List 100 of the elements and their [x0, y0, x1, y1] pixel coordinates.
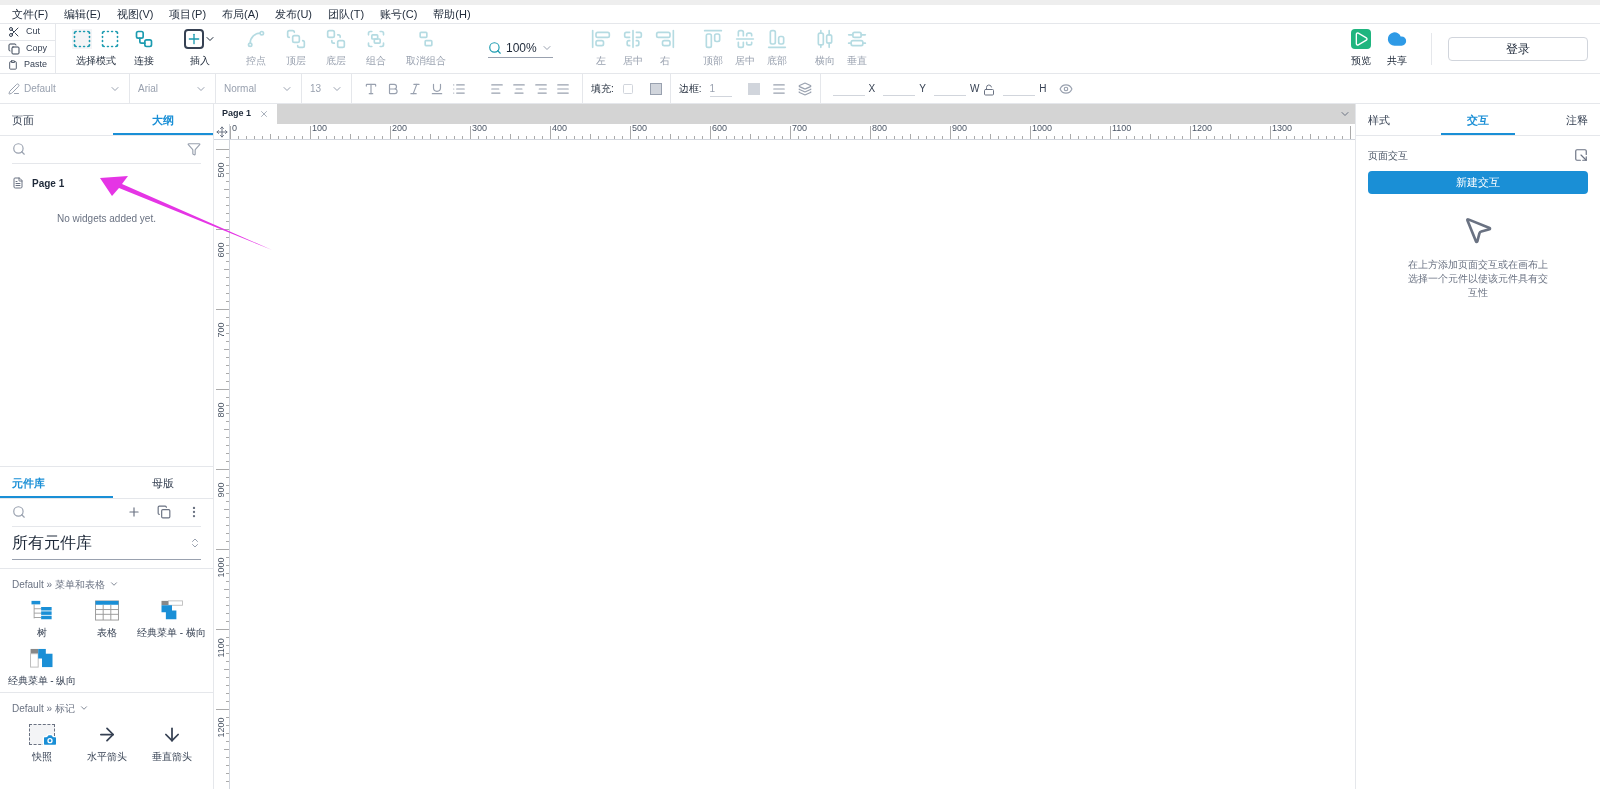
- clipboard-button[interactable]: Cut: [0, 24, 55, 41]
- search-icon[interactable]: [12, 142, 26, 156]
- italic-icon[interactable]: [408, 81, 422, 96]
- selection-icon: [100, 29, 120, 49]
- widget-label[interactable]: 树: [37, 624, 47, 640]
- caret-icon[interactable]: [108, 579, 119, 589]
- ruler-label: 1000: [1032, 124, 1053, 133]
- menu-item[interactable]: 帮助(H): [433, 5, 471, 23]
- align-text-left-icon[interactable]: [490, 81, 504, 96]
- eye-icon[interactable]: [1058, 81, 1073, 96]
- menu-item[interactable]: 账号(C): [380, 5, 418, 23]
- section-title[interactable]: Default » 标记: [12, 700, 75, 716]
- search-icon: [488, 41, 502, 55]
- table-widget-icon: [94, 599, 120, 621]
- underline-icon[interactable]: [430, 81, 444, 96]
- shadow-swatch[interactable]: [649, 82, 662, 95]
- outline-item[interactable]: Page 1: [32, 175, 65, 191]
- align-middle-icon: [734, 29, 755, 49]
- align-bottom-icon: [766, 29, 787, 49]
- empty-message: No widgets added yet.: [56, 211, 157, 226]
- menu-item[interactable]: 项目(P): [169, 5, 207, 23]
- search-icon[interactable]: [12, 505, 26, 519]
- widget-label[interactable]: 表格: [97, 624, 117, 640]
- clipboard-button[interactable]: Copy: [0, 40, 55, 58]
- widget-label[interactable]: 水平箭头: [87, 748, 127, 764]
- ruler-label: 700: [792, 124, 808, 133]
- login-button[interactable]: 登录: [1448, 36, 1588, 61]
- panel-tab[interactable]: 注释: [1514, 104, 1600, 135]
- filter-icon[interactable]: [187, 142, 201, 156]
- panel-tab[interactable]: 大纲: [112, 104, 213, 135]
- toolbar-button[interactable]: 共享: [1379, 29, 1415, 68]
- bring-front-icon: [286, 29, 306, 49]
- up-down-icon: [189, 536, 201, 549]
- ruler-label: 400: [552, 124, 568, 133]
- plus-icon[interactable]: [127, 505, 141, 519]
- plus-icon: [184, 29, 204, 49]
- ruler-label: 1000: [216, 555, 226, 578]
- widget-label[interactable]: 快照: [32, 748, 52, 764]
- toolbar-button[interactable]: 插入: [164, 24, 236, 73]
- panel-tab[interactable]: 元件库: [0, 467, 113, 498]
- coordinate-label: H: [1039, 82, 1047, 96]
- ruler-label: 1200: [1192, 124, 1213, 133]
- clipboard-button[interactable]: Paste: [0, 57, 55, 73]
- list-icon[interactable]: [452, 81, 466, 96]
- crosshair-icon[interactable]: [215, 125, 228, 138]
- panel-tab[interactable]: 交互: [1441, 104, 1515, 135]
- panel-tab[interactable]: 样式: [1356, 104, 1442, 135]
- align-left-icon: [590, 29, 611, 49]
- toolbar-button[interactable]: 预览: [1343, 29, 1379, 68]
- vertical-menu-widget-icon: [29, 647, 55, 669]
- ruler-label: 500: [632, 124, 648, 133]
- line-style-icon[interactable]: [771, 81, 786, 96]
- align-center-icon: [622, 29, 643, 49]
- menu-item[interactable]: 布局(A): [222, 5, 259, 23]
- stack-icon[interactable]: [157, 505, 171, 519]
- widget-label[interactable]: 垂直箭头: [151, 748, 192, 764]
- ruler-label: 900: [952, 124, 968, 133]
- ruler-label: 1100: [1112, 124, 1132, 133]
- ruler-label: 100: [312, 124, 328, 133]
- clipboard-icon: [8, 59, 18, 72]
- toolbar-button[interactable]: 连接: [124, 24, 164, 73]
- menu-item[interactable]: 视图(V): [116, 5, 154, 23]
- snapshot-widget-icon: [29, 723, 55, 745]
- library-select[interactable]: 所有元件库: [12, 530, 201, 560]
- align-top-icon: [702, 29, 723, 49]
- widget-label[interactable]: 经典菜单 - 横向: [137, 624, 206, 640]
- hint-text: 在上方添加页面交互或在画布上选择一个元件以使该元件具有交互性: [1408, 257, 1548, 300]
- new-interaction-button[interactable]: 新建交互: [1368, 170, 1588, 194]
- page-tab[interactable]: Page 1: [214, 104, 278, 124]
- border-color-swatch[interactable]: [747, 82, 760, 95]
- handle-icon: [246, 29, 266, 49]
- fill-color-swatch[interactable]: [621, 82, 634, 95]
- coordinate-label: Y: [919, 82, 926, 96]
- align-text-center-icon[interactable]: [512, 81, 526, 96]
- panel-tab[interactable]: 母版: [112, 467, 213, 498]
- ruler-label: 1300: [1272, 124, 1293, 133]
- menu-item[interactable]: 文件(F): [12, 5, 49, 23]
- panel-tab[interactable]: 页面: [0, 104, 113, 135]
- zoom-dropdown[interactable]: 100%: [488, 39, 553, 58]
- section-title[interactable]: Default » 菜单和表格: [12, 576, 105, 592]
- menu-item[interactable]: 编辑(E): [64, 5, 101, 23]
- section-title: 页面交互: [1368, 148, 1408, 163]
- send-back-icon: [326, 29, 346, 49]
- ruler-label: 0: [232, 124, 237, 133]
- expand-icon[interactable]: [1574, 148, 1588, 162]
- menu-item[interactable]: 发布(U): [274, 5, 312, 23]
- align-right-icon: [654, 29, 675, 49]
- ruler-label: 300: [472, 124, 488, 133]
- widget-label[interactable]: 经典菜单 - 纵向: [7, 672, 77, 688]
- lock-icon[interactable]: [983, 84, 996, 96]
- justify-icon[interactable]: [556, 81, 570, 96]
- toolbar-button[interactable]: 选择模式: [68, 24, 124, 73]
- align-text-right-icon[interactable]: [534, 81, 548, 96]
- caret-icon[interactable]: [78, 703, 89, 713]
- page-icon: [12, 177, 24, 189]
- bold-icon[interactable]: [386, 81, 400, 96]
- distribute-vertical-icon: [846, 29, 867, 49]
- font-color-icon[interactable]: [364, 81, 378, 96]
- menu-item[interactable]: 团队(T): [328, 5, 365, 23]
- connector-icon: [134, 29, 154, 49]
